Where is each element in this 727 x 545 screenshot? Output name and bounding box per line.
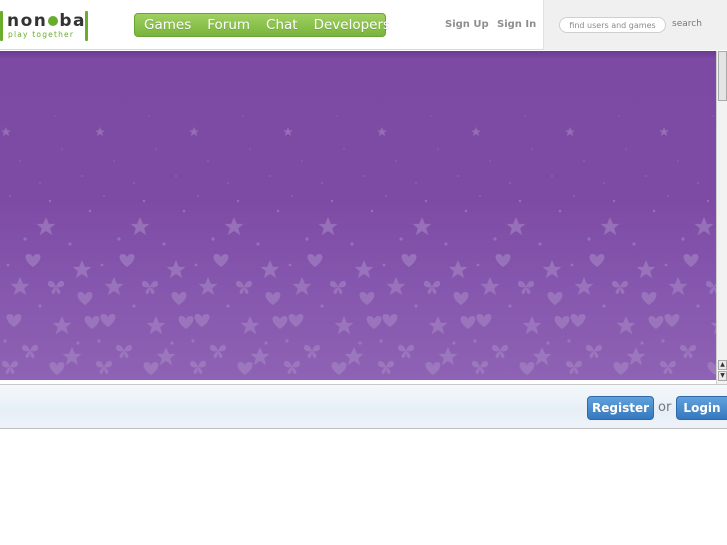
site-header: non ba play together Games Forum Chat Dev…: [0, 0, 727, 50]
main-nav: Games Forum Chat Developers: [134, 13, 390, 37]
logo-bar-right: [85, 11, 88, 41]
logo-tagline: play together: [8, 30, 75, 39]
or-text: or: [658, 400, 672, 415]
search-button[interactable]: search: [672, 19, 702, 29]
account-bar: Register or Login: [0, 384, 727, 429]
nav-chat[interactable]: Chat: [266, 17, 298, 33]
scrollbar-thumb[interactable]: [718, 51, 727, 101]
logo-wordmark: non ba: [7, 11, 87, 31]
game-stage[interactable]: [0, 51, 716, 380]
sign-up-link[interactable]: Sign Up: [445, 19, 489, 30]
scroll-down-arrow-icon[interactable]: ▼: [718, 371, 727, 381]
scroll-up-arrow-icon[interactable]: ▲: [718, 360, 727, 370]
nav-games[interactable]: Games: [144, 17, 191, 33]
search-input[interactable]: [559, 17, 666, 33]
logo-bar-left: [0, 11, 3, 41]
nonoba-logo[interactable]: non ba play together: [0, 11, 90, 41]
sign-in-link[interactable]: Sign In: [497, 19, 536, 30]
register-button[interactable]: Register: [587, 396, 654, 420]
stars-hearts-pattern: [0, 115, 716, 380]
nav-forum[interactable]: Forum: [207, 17, 250, 33]
login-button[interactable]: Login: [676, 396, 727, 420]
search-area: search: [543, 0, 727, 50]
nav-developers[interactable]: Developers: [314, 17, 390, 33]
vertical-scrollbar[interactable]: ▲ ▼: [716, 51, 727, 384]
